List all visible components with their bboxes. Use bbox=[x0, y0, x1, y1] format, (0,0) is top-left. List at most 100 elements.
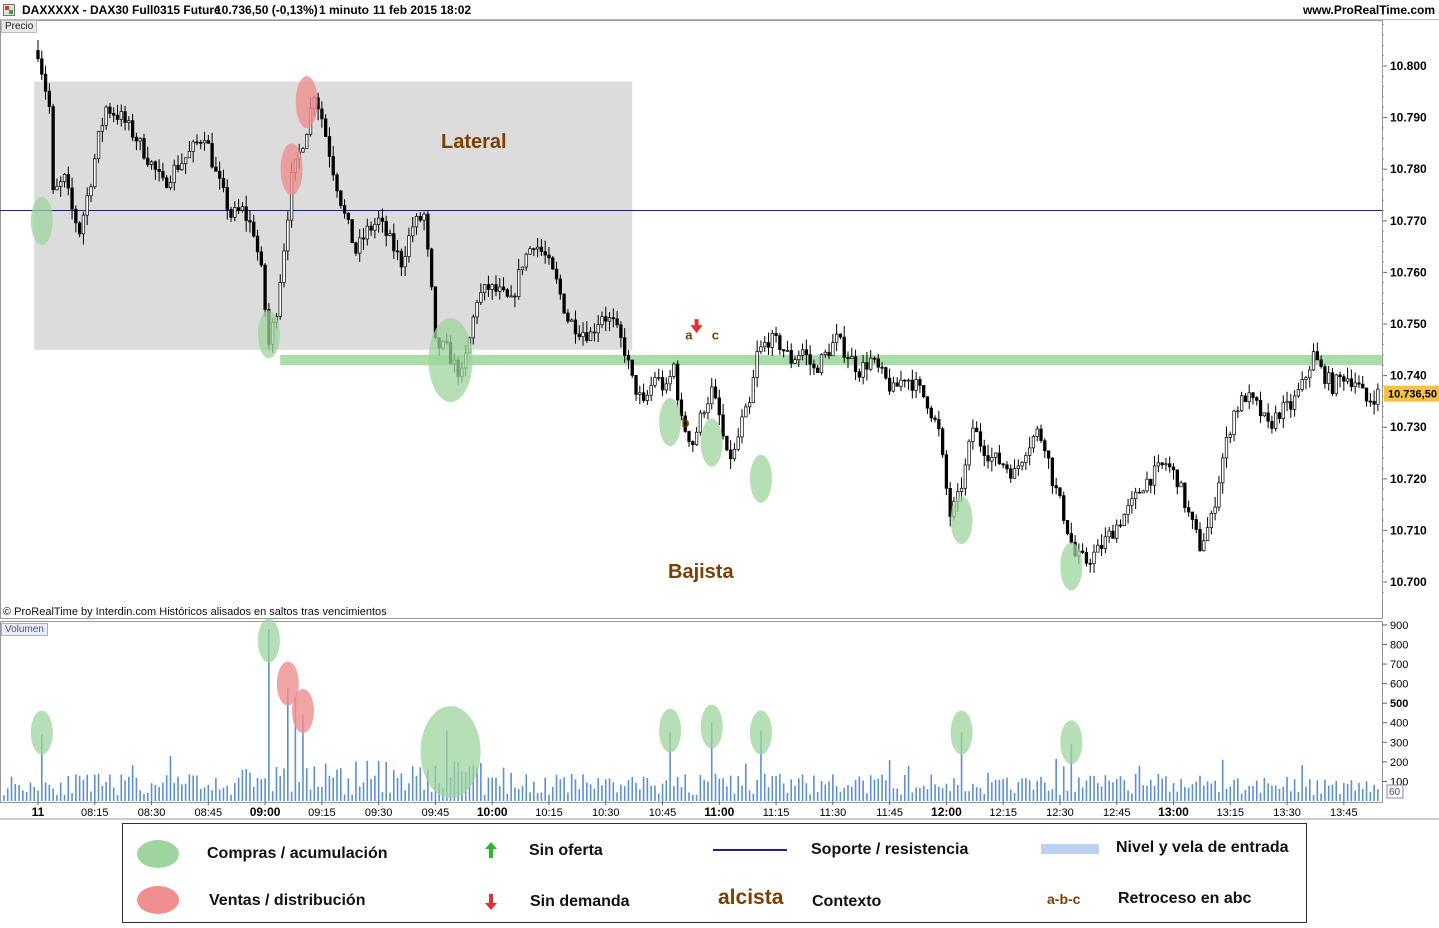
candle-body bbox=[672, 363, 676, 377]
candle bbox=[1065, 520, 1070, 536]
buy-marker bbox=[659, 398, 682, 447]
candle-body bbox=[846, 357, 850, 360]
candle-body bbox=[649, 384, 653, 396]
candle-body bbox=[1277, 412, 1282, 419]
candle-body bbox=[963, 464, 967, 489]
candle-body bbox=[1296, 389, 1301, 397]
candle-body bbox=[1292, 395, 1297, 410]
time-tick-label: 11:15 bbox=[763, 807, 790, 819]
candle-body bbox=[195, 141, 199, 144]
candle-body bbox=[380, 217, 385, 222]
candle-body bbox=[1243, 395, 1248, 403]
candle-body bbox=[1300, 379, 1304, 390]
candle-body bbox=[1050, 457, 1055, 486]
site-link[interactable]: www.ProRealTime.com bbox=[1303, 3, 1435, 17]
candle bbox=[51, 103, 55, 195]
price-tick-label: 10.770 bbox=[1390, 214, 1427, 228]
candle-body bbox=[339, 190, 343, 206]
candle-body bbox=[498, 286, 502, 292]
candle bbox=[305, 133, 309, 149]
volume-panel-label[interactable]: Volumen bbox=[1, 623, 48, 636]
candle-body bbox=[1239, 395, 1244, 412]
candle bbox=[1334, 373, 1338, 397]
candle-body bbox=[1247, 392, 1251, 403]
candle-body bbox=[365, 225, 369, 240]
candle-body bbox=[566, 312, 570, 322]
volume-tick-label: 400 bbox=[1390, 718, 1408, 730]
candle-body bbox=[736, 436, 740, 450]
candle-body bbox=[596, 324, 600, 334]
candle-body bbox=[350, 219, 354, 244]
candle-body bbox=[551, 257, 555, 270]
timeframe[interactable]: 1 minuto bbox=[319, 3, 369, 17]
candle-body bbox=[1054, 485, 1058, 489]
candle-body bbox=[157, 169, 161, 172]
candle-body bbox=[414, 215, 419, 228]
price-tick-label: 10.760 bbox=[1390, 265, 1427, 279]
window-icon[interactable] bbox=[3, 4, 15, 16]
candle-body bbox=[869, 357, 873, 370]
candle-body bbox=[1315, 351, 1319, 361]
volume-tick-label: 300 bbox=[1390, 737, 1408, 749]
candle-body bbox=[1031, 436, 1036, 449]
candle-body bbox=[1043, 440, 1047, 452]
price-panel-label[interactable]: Precio bbox=[1, 20, 38, 33]
candle-body bbox=[657, 377, 661, 379]
symbol-name: DAXXXXX - DAX30 Full0315 Future bbox=[22, 3, 221, 17]
candle-body bbox=[324, 118, 328, 137]
candle-body bbox=[687, 431, 691, 442]
candle-body bbox=[554, 268, 559, 280]
candle-body bbox=[1213, 506, 1217, 514]
candle bbox=[944, 450, 949, 496]
candle-body bbox=[975, 427, 979, 433]
candle-body bbox=[418, 215, 422, 221]
candle-body bbox=[358, 237, 362, 254]
candle bbox=[562, 293, 566, 314]
candle-body bbox=[1156, 462, 1161, 467]
candle-body bbox=[1069, 533, 1073, 543]
candle-body bbox=[698, 412, 703, 433]
candle-body bbox=[834, 333, 839, 343]
time-tick-label: 12:30 bbox=[1046, 807, 1074, 819]
buy-marker bbox=[749, 454, 772, 503]
candle-body bbox=[759, 346, 763, 352]
candle-body bbox=[1009, 468, 1013, 479]
candle-body bbox=[248, 220, 252, 223]
candle-body bbox=[176, 164, 180, 171]
price-tick-label: 10.750 bbox=[1390, 317, 1427, 331]
candle bbox=[93, 153, 97, 189]
candle-body bbox=[653, 377, 657, 386]
candle-body bbox=[611, 317, 615, 320]
candle-body bbox=[85, 195, 89, 216]
candle-body bbox=[1012, 468, 1017, 479]
candle-body bbox=[925, 396, 930, 409]
candle-body bbox=[475, 301, 479, 318]
candle-body bbox=[850, 356, 854, 360]
candle-body bbox=[1262, 412, 1266, 417]
candle-body bbox=[1357, 382, 1361, 385]
candle-body bbox=[967, 440, 971, 466]
candle-body bbox=[301, 148, 305, 153]
candle-body bbox=[115, 114, 120, 120]
candle-body bbox=[320, 108, 324, 120]
candle bbox=[551, 255, 555, 270]
candle-body bbox=[1035, 428, 1039, 437]
candle-body bbox=[388, 233, 392, 236]
legend-no-supply: Sin oferta bbox=[529, 842, 603, 859]
candle-body bbox=[562, 293, 566, 314]
candle-body bbox=[278, 282, 282, 317]
candle-body bbox=[1130, 498, 1134, 506]
candle-body bbox=[490, 284, 494, 290]
candle-body bbox=[138, 138, 142, 142]
buy-marker bbox=[1060, 542, 1083, 591]
volume-buy-marker bbox=[749, 710, 772, 755]
candle-body bbox=[732, 448, 737, 460]
candle-body bbox=[1092, 551, 1096, 565]
candle-body bbox=[501, 286, 506, 291]
candle bbox=[630, 359, 634, 378]
candle bbox=[96, 130, 101, 163]
candle-body bbox=[100, 124, 104, 132]
candle-body bbox=[482, 284, 487, 293]
candle-body bbox=[1361, 383, 1365, 389]
candle-body bbox=[1319, 359, 1323, 367]
